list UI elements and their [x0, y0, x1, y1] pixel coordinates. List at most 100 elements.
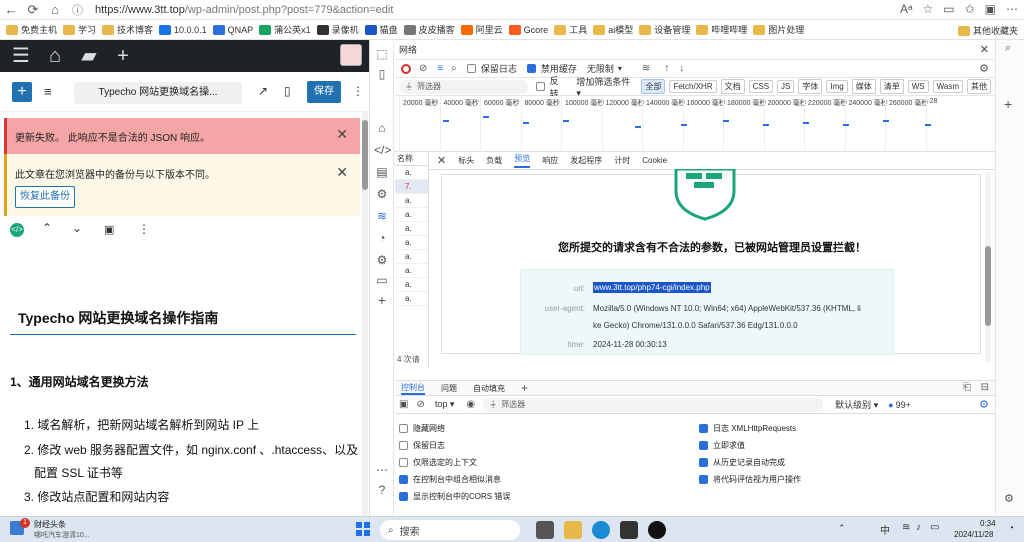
setting-checkbox[interactable]	[399, 475, 408, 484]
bookmark-item[interactable]: QNAP	[212, 24, 253, 35]
setting-checkbox[interactable]	[699, 475, 708, 484]
bookmark-item[interactable]: Gcore	[508, 24, 548, 35]
performance-icon[interactable]: ◔	[374, 230, 390, 246]
detail-tab[interactable]: 响应	[542, 155, 558, 166]
clock-date[interactable]: 2024/11/28	[954, 530, 993, 539]
detail-tab[interactable]: 计时	[614, 155, 630, 166]
bookmark-item[interactable]: 免费主机	[6, 23, 57, 36]
close-icon[interactable]: ✕	[336, 126, 348, 143]
setting-checkbox[interactable]	[699, 458, 708, 467]
bookmark-item[interactable]: 猫盘	[364, 23, 398, 36]
welcome-icon[interactable]: ⌂	[374, 120, 390, 136]
read-aloud-icon[interactable]: Aᵃ	[900, 2, 912, 16]
url-value[interactable]: www.3tt.top/php74-cgi/index.php	[593, 282, 711, 293]
scrollbar-thumb[interactable]	[985, 246, 991, 326]
record-icon[interactable]	[401, 63, 411, 74]
comments-icon[interactable]: ▰	[76, 43, 102, 69]
section-heading[interactable]: 1、通用网站域名更换方法	[10, 373, 149, 390]
wifi-icon[interactable]: ≋	[902, 522, 910, 533]
issues-count[interactable]: 99+	[896, 400, 911, 410]
avatar[interactable]	[340, 44, 362, 66]
scrollbar-thumb[interactable]	[362, 120, 368, 190]
bookmark-item[interactable]: 10.0.0.1	[159, 24, 207, 35]
bookmark-item[interactable]: 学习	[63, 23, 96, 36]
save-button[interactable]: 保存	[307, 81, 341, 103]
news-title[interactable]: 财经头条	[34, 519, 66, 530]
type-filter-chip[interactable]: 全部	[641, 79, 666, 94]
setting-checkbox[interactable]	[399, 458, 408, 467]
console-settings-icon[interactable]: ⚙	[979, 398, 989, 411]
disable-cache-checkbox[interactable]	[526, 64, 536, 73]
editor-scrollbar[interactable]	[362, 112, 368, 516]
add-tab-icon[interactable]: +	[521, 381, 528, 395]
clipboard-icon[interactable]: ▣	[104, 223, 114, 236]
add-tool-icon[interactable]: +	[374, 292, 390, 308]
import-icon[interactable]: ↑	[664, 63, 669, 74]
setting-checkbox[interactable]	[699, 424, 708, 433]
log-level-select[interactable]: 默认级别 ▾	[835, 398, 878, 411]
type-filter-chip[interactable]: WS	[907, 80, 929, 93]
drawer-tab[interactable]: 控制台	[401, 382, 425, 395]
application-icon[interactable]: ▭	[374, 272, 390, 288]
bookmark-folder-other[interactable]: 其他收藏夹	[957, 24, 1018, 37]
sources-icon[interactable]: ⚙	[374, 186, 390, 202]
throttle-select[interactable]: 无限制	[587, 62, 614, 75]
clear-icon[interactable]: ⊘	[419, 63, 427, 74]
device-icon[interactable]: ▯	[374, 66, 390, 82]
request-row[interactable]: a.	[395, 166, 428, 180]
network-conditions-icon[interactable]: ≋	[642, 63, 650, 74]
volume-icon[interactable]: ♪	[916, 522, 921, 533]
eye-icon[interactable]: ◉	[466, 399, 475, 410]
bookmark-item[interactable]: 录像机	[316, 23, 359, 36]
move-down-icon[interactable]: ⌄	[72, 221, 82, 235]
request-row[interactable]: a.	[395, 278, 428, 292]
list-item[interactable]: 配置 SSL 证书等	[34, 464, 123, 481]
bookmark-item[interactable]: 设备管理	[639, 23, 690, 36]
drawer-tab[interactable]: 自动填充	[473, 383, 505, 394]
setting-row[interactable]: 从历史记录自动完成	[699, 454, 989, 471]
request-row[interactable]: a.	[395, 222, 428, 236]
more-tools-icon[interactable]: ⋯	[374, 462, 390, 478]
clear-console-icon[interactable]: ⊘	[416, 399, 424, 410]
restore-backup-button[interactable]: 恢复此备份	[15, 186, 75, 208]
type-filter-chip[interactable]: 清单	[879, 79, 904, 94]
settings-gear-icon[interactable]: ⚙	[979, 62, 989, 75]
news-subtitle[interactable]: 哪吒汽车澄清10...	[34, 530, 90, 540]
close-icon[interactable]: ✕	[437, 154, 446, 167]
type-filter-chip[interactable]: Img	[826, 80, 848, 93]
post-heading[interactable]: Typecho 网站更换域名操作指南	[18, 308, 218, 328]
setting-row[interactable]: 在控制台中组合相似消息	[399, 471, 699, 488]
back-icon[interactable]: ←	[0, 2, 22, 17]
setting-checkbox[interactable]	[699, 441, 708, 450]
setting-row[interactable]: 隐藏网络	[399, 420, 699, 437]
bookmark-item[interactable]: 哔哩哔哩	[696, 23, 747, 36]
qq-icon[interactable]	[648, 521, 666, 539]
notification-bell-icon[interactable]: ◔	[1008, 523, 1014, 534]
bookmark-item[interactable]: 皮皮播客	[403, 23, 455, 36]
request-row[interactable]: a.	[395, 194, 428, 208]
battery-icon[interactable]: ▭	[930, 522, 939, 533]
dock-icon[interactable]: ⎗	[963, 382, 971, 393]
preserve-log-checkbox[interactable]	[466, 64, 476, 73]
bookmark-item[interactable]: 阿里云	[460, 23, 503, 36]
setting-row[interactable]: 保留日志	[399, 437, 699, 454]
code-block-icon[interactable]: </>	[10, 223, 24, 237]
bookmark-item[interactable]: 图片处理	[753, 23, 804, 36]
request-row[interactable]: 7.	[395, 180, 428, 194]
favorite-icon[interactable]: ☆	[922, 2, 933, 16]
setting-row[interactable]: 将代码评估视为用户操作	[699, 471, 989, 488]
clock-time[interactable]: 0:34	[980, 519, 996, 528]
menu-icon[interactable]: ☰	[8, 43, 34, 69]
setting-row[interactable]: 显示控制台中的CORS 错误	[399, 488, 699, 505]
more-options-icon[interactable]: ⋮	[138, 222, 150, 236]
tray-chevron-icon[interactable]: ⌃	[838, 523, 846, 534]
elements-icon[interactable]: </>	[374, 142, 391, 158]
request-row[interactable]: a.	[395, 292, 428, 306]
context-select[interactable]: top ▾	[435, 399, 455, 410]
inspect-icon[interactable]: ⬚	[374, 46, 390, 62]
detail-tab[interactable]: Cookie	[642, 156, 667, 165]
list-item[interactable]: 1. 域名解析，把新网站域名解析到网站 IP 上	[24, 416, 259, 433]
type-filter-chip[interactable]: 文档	[720, 79, 745, 94]
detail-tab[interactable]: 预览	[514, 153, 531, 168]
site-info-icon[interactable]: ⓘ	[72, 2, 83, 18]
